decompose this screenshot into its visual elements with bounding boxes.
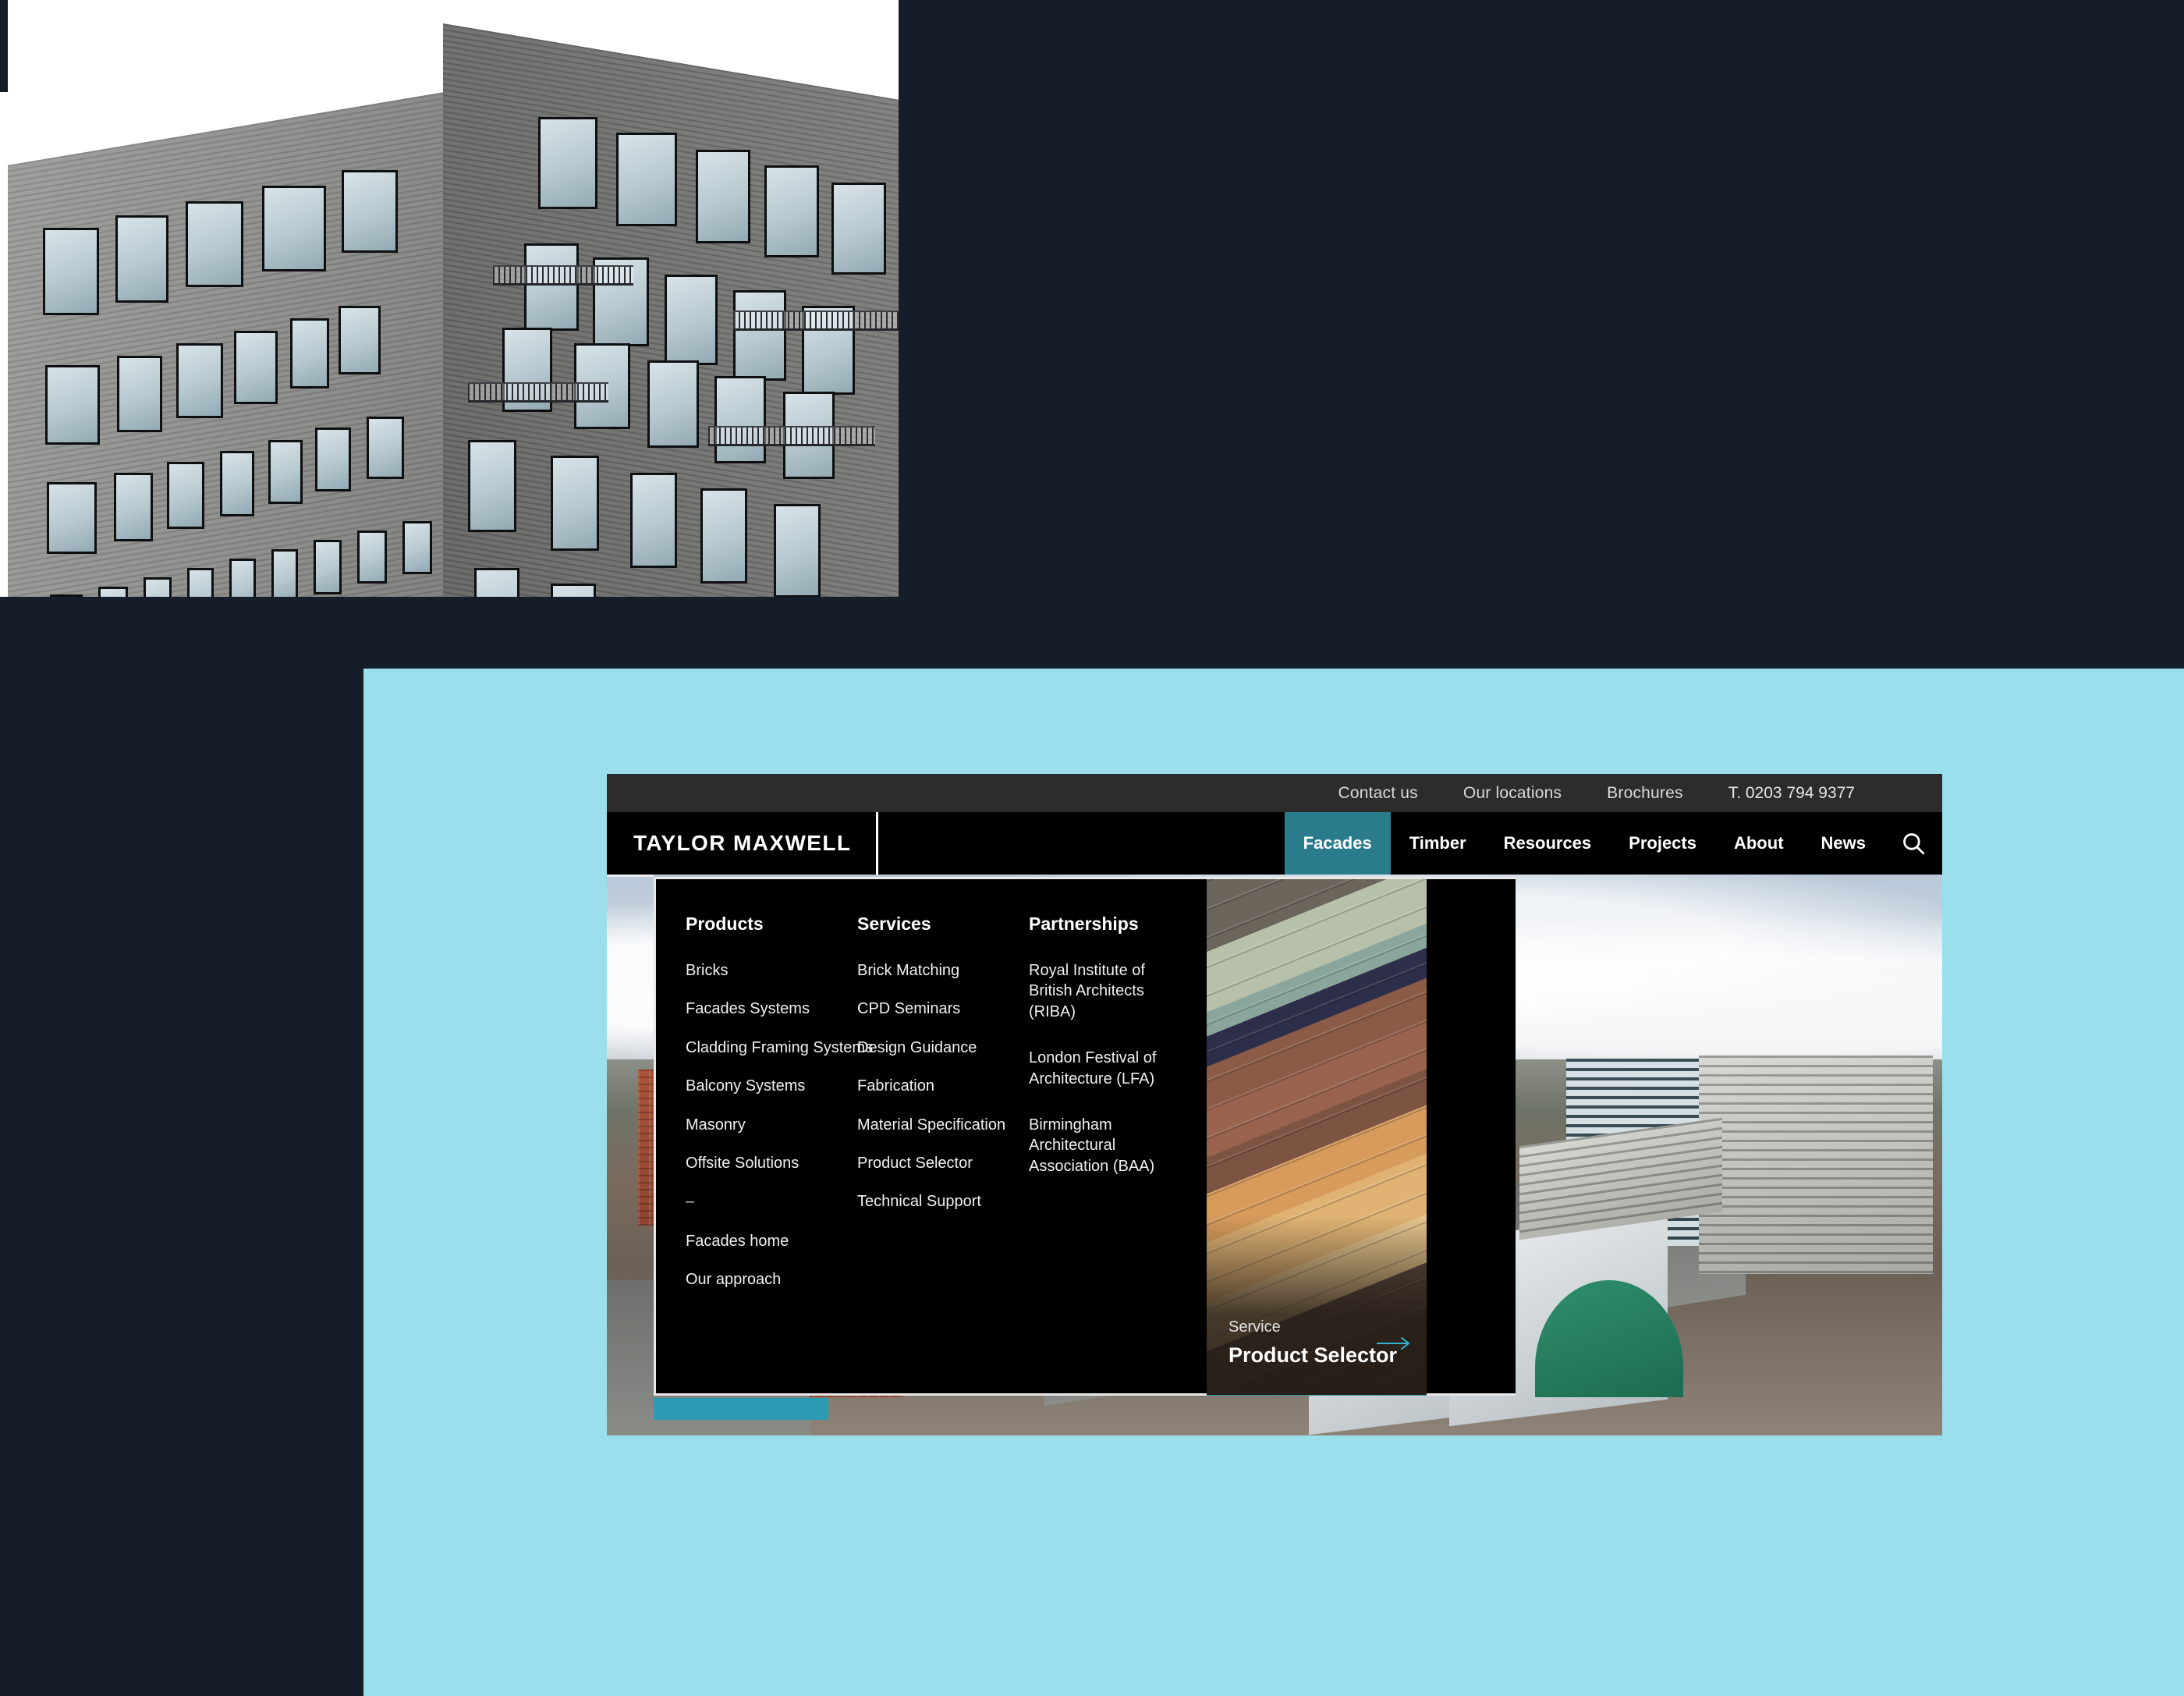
menu-link-cladding-framing-systems[interactable]: Cladding Framing Systems [686,1038,873,1058]
menu-link-fabrication[interactable]: Fabrication [857,1076,1029,1096]
menu-divider-dash: – [686,1193,695,1211]
photo-offset-notch [0,0,8,92]
menu-link-brick-matching[interactable]: Brick Matching [857,960,1029,981]
menu-link-masonry[interactable]: Masonry [686,1115,857,1135]
promo-kicker: Service [1228,1318,1281,1336]
hero-building-photo [0,0,899,597]
promo-scrim [1207,1216,1427,1396]
promo-card-product-selector[interactable]: Service Product Selector [1207,879,1427,1396]
menu-link-bricks[interactable]: Bricks [686,960,857,981]
mega-column-products: Products Bricks Facades Systems Cladding… [686,914,873,1393]
menu-link-lfa[interactable]: London Festival of Architecture (LFA) [1029,1048,1168,1089]
utility-link-brochures[interactable]: Brochures [1607,784,1683,803]
nav-item-timber[interactable]: Timber [1391,812,1485,875]
menu-top-strip [607,875,654,877]
logo-container[interactable]: TAYLOR MAXWELL [607,812,879,875]
nav-item-projects[interactable]: Projects [1610,812,1715,875]
nav-item-resources[interactable]: Resources [1485,812,1611,875]
utility-link-our-locations[interactable]: Our locations [1463,784,1562,803]
website-screenshot: Contact us Our locations Brochures T. 02… [607,774,1942,1435]
nav-item-news[interactable]: News [1803,812,1884,875]
menu-link-product-selector[interactable]: Product Selector [857,1153,1029,1173]
mega-menu-panel: Products Bricks Facades Systems Cladding… [654,877,1516,1396]
mega-column-partnerships: Partnerships Royal Institute of British … [1029,914,1185,1393]
main-navigation-bar: TAYLOR MAXWELL Facades Timber Resources … [607,812,1942,875]
nav-items: Facades Timber Resources Projects About … [1284,812,1884,875]
menu-link-technical-support[interactable]: Technical Support [857,1191,1029,1212]
menu-link-cpd-seminars[interactable]: CPD Seminars [857,999,1029,1019]
column-title-services: Services [857,914,931,934]
column-title-partnerships: Partnerships [1029,914,1139,934]
nav-item-about[interactable]: About [1715,812,1803,875]
utility-phone-number[interactable]: T. 0203 794 9377 [1728,784,1855,803]
menu-link-design-guidance[interactable]: Design Guidance [857,1038,1029,1058]
utility-bar: Contact us Our locations Brochures T. 02… [607,774,1942,812]
menu-link-material-specification[interactable]: Material Specification [857,1115,1029,1135]
utility-link-contact-us[interactable]: Contact us [1338,784,1417,803]
mega-column-services: Services Brick Matching CPD Seminars Des… [857,914,1029,1393]
menu-link-facades-systems[interactable]: Facades Systems [686,999,857,1019]
teal-accent-block [654,1398,828,1420]
menu-link-balcony-systems[interactable]: Balcony Systems [686,1076,857,1096]
menu-link-riba[interactable]: Royal Institute of British Architects (R… [1029,960,1168,1022]
menu-link-facades-home[interactable]: Facades home [686,1231,857,1251]
menu-link-our-approach[interactable]: Our approach [686,1269,857,1290]
column-title-products: Products [686,914,764,934]
menu-link-offsite-solutions[interactable]: Offsite Solutions [686,1153,857,1173]
page-root: Contact us Our locations Brochures T. 02… [0,0,2184,1696]
search-icon[interactable] [1884,812,1942,875]
promo-bottom-accent-line [1207,1395,1427,1396]
nav-item-facades[interactable]: Facades [1284,812,1391,875]
site-logo: TAYLOR MAXWELL [633,831,852,855]
menu-link-baa[interactable]: Birmingham Architectural Association (BA… [1029,1115,1168,1176]
arrow-right-icon[interactable] [1376,1335,1413,1352]
